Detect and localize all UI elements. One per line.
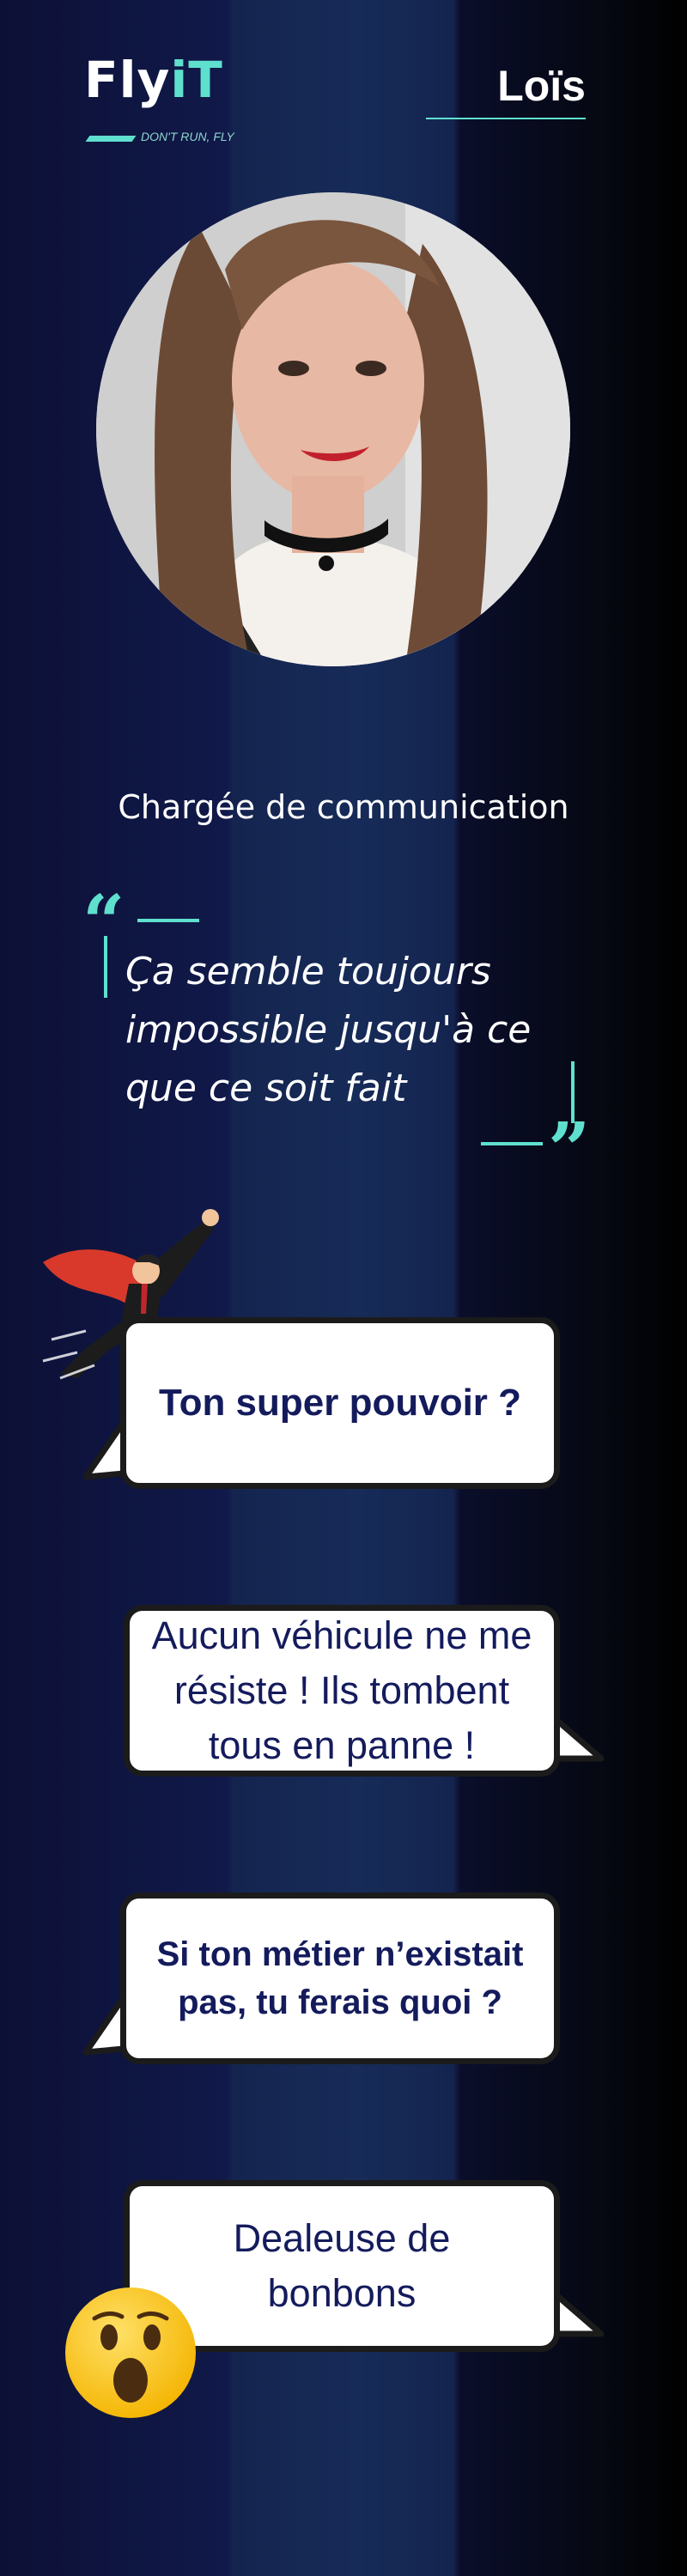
job-title: Chargée de communication xyxy=(118,788,569,826)
portrait-illustration xyxy=(96,192,570,666)
question-2-text: Si ton métier n’existait pas, tu ferais … xyxy=(156,1935,524,2021)
logo-wordmark: FlyiT xyxy=(84,50,223,110)
person-name: Loïs xyxy=(497,62,586,110)
question-bubble-2: Si ton métier n’existait pas, tu ferais … xyxy=(120,1893,560,2064)
answer-2-text: Dealeuse de bonbons xyxy=(233,2216,451,2315)
question-bubble-1: Ton super pouvoir ? xyxy=(120,1317,560,1489)
answer-1-text: Aucun véhicule ne me résiste ! Ils tombe… xyxy=(151,1613,532,1767)
quote-rule-left xyxy=(104,936,107,998)
logo-text-it: iT xyxy=(170,51,223,109)
logo-text-fly: Fly xyxy=(84,51,171,109)
logo-tagline: DON'T RUN, FLY xyxy=(141,130,234,143)
motto-quote: Ça semble toujours impossible jusqu'à ce… xyxy=(125,950,532,1110)
profile-card: FlyiT DON'T RUN, FLY Loïs Chargée de com… xyxy=(0,0,687,2576)
quote-close-icon: ” xyxy=(548,1107,591,1194)
quote-rule-top xyxy=(137,919,199,922)
astonished-emoji-icon xyxy=(65,2287,196,2418)
portrait-photo xyxy=(96,192,570,666)
flyit-logo: FlyiT DON'T RUN, FLY xyxy=(84,50,256,153)
quote-rule-bottom xyxy=(481,1142,543,1145)
answer-bubble-1: Aucun véhicule ne me résiste ! Ils tombe… xyxy=(124,1605,560,1777)
logo-speed-bar xyxy=(85,136,137,142)
question-1-text: Ton super pouvoir ? xyxy=(158,1382,522,1424)
name-underline xyxy=(426,118,586,119)
